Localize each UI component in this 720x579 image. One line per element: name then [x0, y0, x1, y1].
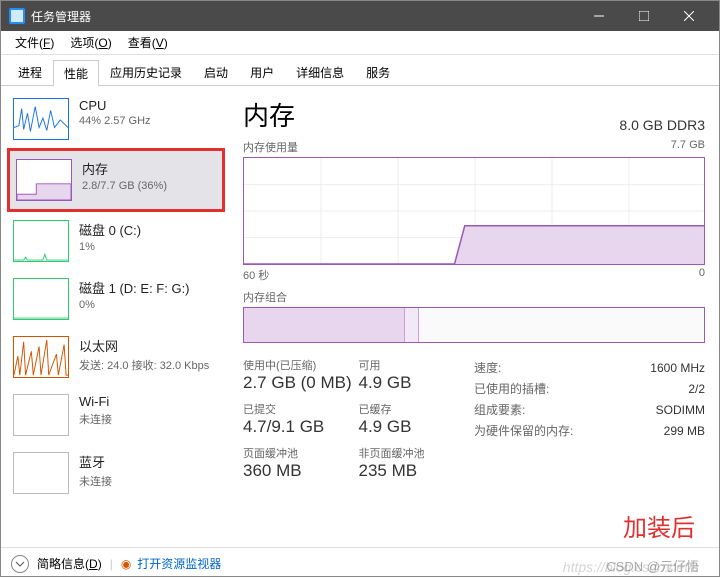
available-value: 4.9 GB — [359, 373, 475, 393]
ethernet-thumb-icon — [13, 336, 69, 378]
chevron-down-icon — [15, 559, 25, 569]
resource-monitor-icon: ◉ — [121, 557, 131, 571]
disk0-name: 磁盘 0 (C:) — [79, 220, 141, 239]
tab-users[interactable]: 用户 — [239, 59, 285, 85]
axis-right: 0 — [699, 267, 705, 283]
menu-options[interactable]: 选项(O) — [62, 32, 119, 53]
reserved-label: 为硬件保留的内存: — [474, 420, 623, 441]
sidebar-item-bluetooth[interactable]: 蓝牙 未连接 — [7, 444, 225, 502]
tabbar: 进程 性能 应用历史记录 启动 用户 详细信息 服务 — [1, 55, 719, 86]
comp-label: 内存组合 — [243, 289, 287, 305]
slots-value: 2/2 — [623, 378, 705, 399]
tab-processes[interactable]: 进程 — [7, 59, 53, 85]
detail-title: 内存 — [243, 96, 295, 133]
sidebar: CPU 44% 2.57 GHz 内存 2.8/7.7 GB (36%) 磁盘 … — [1, 86, 229, 547]
separator: | — [110, 557, 113, 571]
form-value: SODIMM — [623, 399, 705, 420]
disk1-thumb-icon — [13, 278, 69, 320]
committed-label: 已提交 — [243, 401, 359, 417]
sidebar-item-disk0[interactable]: 磁盘 0 (C:) 1% — [7, 212, 225, 270]
wifi-name: Wi-Fi — [79, 394, 112, 409]
ethernet-name: 以太网 — [79, 336, 209, 355]
wifi-thumb-icon — [13, 394, 69, 436]
annotation-text: 加装后 — [623, 508, 695, 543]
usage-max: 7.7 GB — [671, 139, 705, 155]
tab-details[interactable]: 详细信息 — [285, 59, 355, 85]
form-label: 组成要素: — [474, 399, 623, 420]
in-use-value: 2.7 GB (0 MB) — [243, 373, 359, 393]
tab-startup[interactable]: 启动 — [193, 59, 239, 85]
memory-usage-chart — [243, 157, 705, 265]
speed-value: 1600 MHz — [623, 357, 705, 378]
sidebar-item-ethernet[interactable]: 以太网 发送: 24.0 接收: 32.0 Kbps — [7, 328, 225, 386]
watermark-url: https://blog.csdn.net/c — [563, 559, 699, 575]
cpu-thumb-icon — [13, 98, 69, 140]
minimize-button[interactable] — [576, 1, 621, 31]
brief-info-label[interactable]: 简略信息(D) — [37, 555, 102, 572]
usage-label: 内存使用量 — [243, 139, 298, 155]
sidebar-item-disk1[interactable]: 磁盘 1 (D: E: F: G:) 0% — [7, 270, 225, 328]
window-controls — [576, 1, 711, 31]
memory-stat: 2.8/7.7 GB (36%) — [82, 180, 167, 192]
in-use-label: 使用中(已压缩) — [243, 357, 359, 373]
memory-name: 内存 — [82, 159, 167, 178]
sidebar-item-memory[interactable]: 内存 2.8/7.7 GB (36%) — [7, 148, 225, 212]
detail-pane: 内存 8.0 GB DDR3 内存使用量 7.7 GB 60 秒 0 内存组合 — [229, 86, 719, 547]
reserved-value: 299 MB — [623, 420, 705, 441]
footer: 简略信息(D) | ◉ 打开资源监视器 https://blog.csdn.ne… — [1, 547, 719, 579]
window-title: 任务管理器 — [31, 8, 576, 25]
memory-composition-chart — [243, 307, 705, 343]
bluetooth-name: 蓝牙 — [79, 452, 112, 471]
titlebar: 任务管理器 — [1, 1, 719, 31]
speed-label: 速度: — [474, 357, 623, 378]
main: CPU 44% 2.57 GHz 内存 2.8/7.7 GB (36%) 磁盘 … — [1, 86, 719, 547]
bluetooth-stat: 未连接 — [79, 473, 112, 489]
cpu-stat: 44% 2.57 GHz — [79, 115, 151, 127]
menu-view[interactable]: 查看(V) — [120, 32, 176, 53]
paged-value: 360 MB — [243, 461, 359, 481]
app-icon — [9, 8, 25, 24]
slots-label: 已使用的插槽: — [474, 378, 623, 399]
sidebar-item-wifi[interactable]: Wi-Fi 未连接 — [7, 386, 225, 444]
nonpaged-value: 235 MB — [359, 461, 475, 481]
disk1-stat: 0% — [79, 299, 190, 311]
disk1-name: 磁盘 1 (D: E: F: G:) — [79, 278, 190, 297]
available-label: 可用 — [359, 357, 475, 373]
memory-thumb-icon — [16, 159, 72, 201]
cpu-name: CPU — [79, 98, 151, 113]
watermark-user: CSDN @元仔悟 — [606, 556, 699, 575]
axis-left: 60 秒 — [243, 267, 269, 283]
cached-value: 4.9 GB — [359, 417, 475, 437]
open-resource-monitor-link[interactable]: 打开资源监视器 — [137, 555, 221, 572]
tab-app-history[interactable]: 应用历史记录 — [99, 59, 193, 85]
disk0-thumb-icon — [13, 220, 69, 262]
paged-label: 页面缓冲池 — [243, 445, 359, 461]
menu-file[interactable]: 文件(F) — [7, 32, 62, 53]
maximize-button[interactable] — [621, 1, 666, 31]
collapse-button[interactable] — [11, 555, 29, 573]
bluetooth-thumb-icon — [13, 452, 69, 494]
committed-value: 4.7/9.1 GB — [243, 417, 359, 437]
tab-performance[interactable]: 性能 — [53, 60, 99, 86]
wifi-stat: 未连接 — [79, 411, 112, 427]
detail-spec: 8.0 GB DDR3 — [619, 117, 705, 133]
ethernet-stat: 发送: 24.0 接收: 32.0 Kbps — [79, 357, 209, 373]
close-button[interactable] — [666, 1, 711, 31]
cached-label: 已缓存 — [359, 401, 475, 417]
disk0-stat: 1% — [79, 241, 141, 253]
menubar: 文件(F) 选项(O) 查看(V) — [1, 31, 719, 55]
nonpaged-label: 非页面缓冲池 — [359, 445, 475, 461]
sidebar-item-cpu[interactable]: CPU 44% 2.57 GHz — [7, 90, 225, 148]
tab-services[interactable]: 服务 — [355, 59, 401, 85]
